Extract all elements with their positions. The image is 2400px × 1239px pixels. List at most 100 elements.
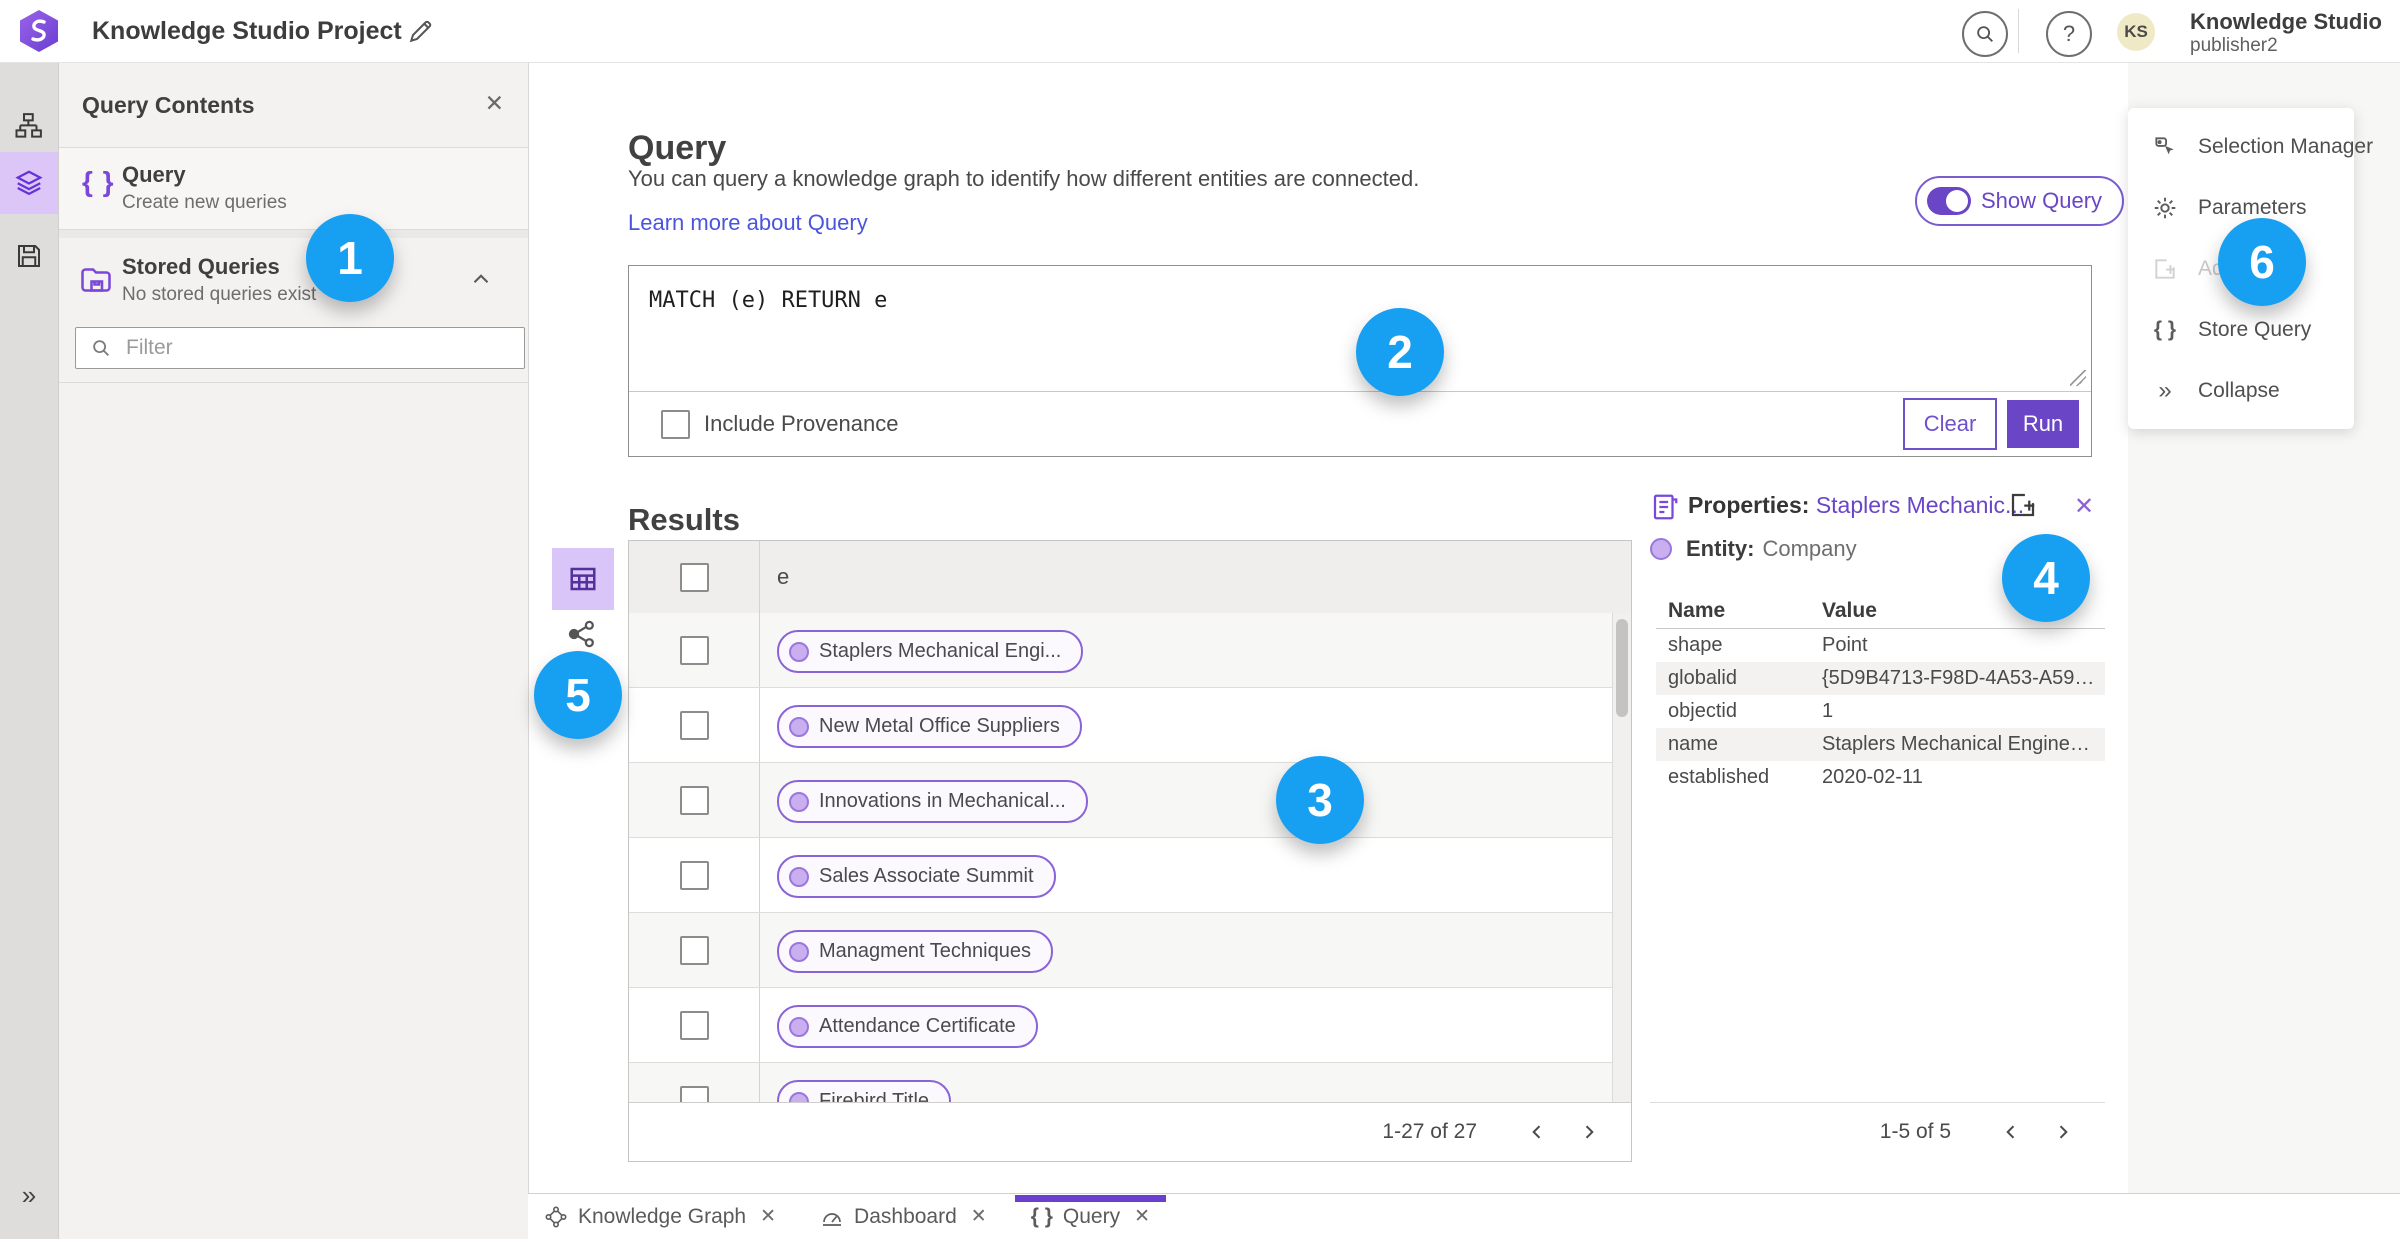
- help-button[interactable]: ?: [2046, 11, 2092, 57]
- previous-page-button[interactable]: [1517, 1112, 1557, 1152]
- edit-title-pencil-icon[interactable]: [405, 17, 435, 47]
- item-title: Query: [122, 162, 186, 187]
- properties-title-label: Properties:: [1688, 492, 1810, 518]
- knowledge-graph-icon: [544, 1205, 568, 1229]
- entity-chip-label: Sales Associate Summit: [819, 865, 1034, 887]
- clear-button[interactable]: Clear: [1903, 398, 1997, 450]
- menu-item-collapse[interactable]: » Collapse: [2128, 360, 2354, 421]
- property-name: name: [1668, 733, 1719, 755]
- close-properties-icon[interactable]: ✕: [2074, 492, 2094, 521]
- item-title: Stored Queries: [122, 254, 280, 279]
- search-icon: [90, 337, 112, 359]
- row-checkbox-cell: [629, 613, 760, 687]
- close-tab-icon[interactable]: ✕: [971, 1205, 987, 1228]
- entity-chip[interactable]: Attendance Certificate: [777, 1005, 1038, 1048]
- rail-item-save[interactable]: [0, 225, 58, 287]
- row-checkbox[interactable]: [679, 860, 709, 890]
- menu-item-selection-manager[interactable]: Selection Manager: [2128, 116, 2373, 177]
- panel-divider: [58, 230, 528, 238]
- table-row[interactable]: Attendance Certificate: [629, 988, 1631, 1063]
- tab-dashboard[interactable]: Dashboard ✕: [820, 1205, 987, 1229]
- run-button[interactable]: Run: [2007, 400, 2079, 448]
- entity-type-dot: [789, 866, 809, 887]
- resize-handle[interactable]: [2070, 370, 2086, 386]
- row-checkbox[interactable]: [679, 785, 709, 815]
- results-pagination: 1-27 of 27: [1382, 1120, 1477, 1143]
- row-checkbox[interactable]: [679, 1010, 709, 1040]
- entity-chip-label: Managment Techniques: [819, 940, 1031, 962]
- learn-more-link[interactable]: Learn more about Query: [628, 210, 868, 236]
- entity-chip[interactable]: New Metal Office Suppliers: [777, 705, 1082, 748]
- query-page-title: Query: [628, 128, 727, 167]
- toggle-switch[interactable]: [1927, 187, 1971, 215]
- entity-chip-label: Firebird Title: [819, 1090, 930, 1102]
- chevron-up-icon[interactable]: [468, 266, 494, 292]
- add-to-selection-icon[interactable]: [2008, 490, 2038, 520]
- entity-type: Company: [1762, 536, 1857, 561]
- row-checkbox[interactable]: [679, 635, 709, 665]
- entity-chip[interactable]: Firebird Title: [777, 1080, 952, 1102]
- property-value: 2020-02-11: [1822, 766, 1923, 788]
- results-scrollbar[interactable]: [1612, 613, 1631, 1102]
- entity-chip[interactable]: Sales Associate Summit: [777, 855, 1056, 898]
- entity-type-dot: [1650, 538, 1672, 560]
- link-chart-view-button[interactable]: [562, 614, 602, 654]
- row-checkbox[interactable]: [679, 1085, 709, 1102]
- search-button[interactable]: [1962, 11, 2008, 57]
- entity-chip-label: Staplers Mechanical Engi...: [819, 640, 1062, 662]
- expand-panel-chevrons-icon[interactable]: »: [0, 1180, 58, 1211]
- annotation-badge-1: 1: [306, 214, 394, 302]
- menu-item-store-query[interactable]: { } Store Query: [2128, 299, 2354, 360]
- collapse-icon: »: [2158, 376, 2172, 404]
- row-checkbox-cell: [629, 988, 760, 1062]
- entity-chip[interactable]: Staplers Mechanical Engi...: [777, 630, 1084, 673]
- app-logo-icon[interactable]: [20, 10, 58, 52]
- properties-pagination: 1-5 of 5: [1879, 1120, 1951, 1143]
- item-subtitle: Create new queries: [122, 192, 287, 213]
- rail-item-layers[interactable]: [0, 152, 58, 214]
- include-provenance-checkbox[interactable]: [661, 409, 690, 439]
- close-tab-icon[interactable]: ✕: [1134, 1205, 1150, 1228]
- next-page-button[interactable]: [2043, 1112, 2083, 1152]
- close-tab-icon[interactable]: ✕: [760, 1205, 776, 1228]
- row-checkbox-cell: [629, 913, 760, 987]
- entity-chip[interactable]: Innovations in Mechanical...: [777, 780, 1088, 823]
- property-row: name Staplers Mechanical Engineering: [1656, 728, 2105, 761]
- properties-entity-link[interactable]: Staplers Mechanic...: [1816, 492, 2024, 518]
- filter-field[interactable]: [75, 327, 525, 369]
- close-panel-icon[interactable]: ✕: [485, 90, 504, 117]
- contents-item-query[interactable]: { } Query Create new queries: [58, 148, 528, 230]
- contents-item-stored-queries[interactable]: Stored Queries No stored queries exist: [58, 238, 528, 326]
- filter-input[interactable]: [124, 335, 458, 361]
- rail-item-schema[interactable]: [0, 95, 58, 157]
- table-row[interactable]: Managment Techniques: [629, 913, 1631, 988]
- entity-type-dot: [789, 791, 809, 812]
- annotation-badge-2: 2: [1356, 308, 1444, 396]
- row-checkbox[interactable]: [679, 710, 709, 740]
- table-row[interactable]: Staplers Mechanical Engi...: [629, 613, 1631, 688]
- entity-chip[interactable]: Managment Techniques: [777, 930, 1053, 973]
- entity-row: Entity: Company: [1650, 534, 1857, 564]
- contents-header: Query Contents ✕: [58, 62, 528, 148]
- table-row[interactable]: Sales Associate Summit: [629, 838, 1631, 913]
- next-page-button[interactable]: [1569, 1112, 1609, 1152]
- avatar[interactable]: KS: [2117, 13, 2155, 51]
- table-row[interactable]: Firebird Title: [629, 1063, 1631, 1102]
- previous-page-button[interactable]: [1991, 1112, 2031, 1152]
- show-query-toggle[interactable]: Show Query: [1915, 176, 2125, 226]
- table-row[interactable]: Innovations in Mechanical...: [629, 763, 1631, 838]
- tab-knowledge-graph[interactable]: Knowledge Graph ✕: [544, 1205, 776, 1229]
- braces-icon: { }: [2153, 317, 2177, 341]
- table-row[interactable]: New Metal Office Suppliers: [629, 688, 1631, 763]
- row-checkbox-cell: [629, 688, 760, 762]
- topbar-divider: [2018, 9, 2019, 53]
- scrollbar-thumb[interactable]: [1616, 619, 1628, 717]
- results-table: e Staplers Mechanical Engi... New Metal O…: [628, 540, 1632, 1162]
- table-view-button[interactable]: [552, 548, 614, 610]
- braces-icon: { }: [82, 166, 115, 197]
- select-all-checkbox[interactable]: [679, 562, 709, 592]
- row-checkbox[interactable]: [679, 935, 709, 965]
- entity-chip-label: New Metal Office Suppliers: [819, 715, 1060, 737]
- left-rail: »: [0, 62, 59, 1239]
- tab-query[interactable]: { } Query ✕: [1014, 1194, 1167, 1229]
